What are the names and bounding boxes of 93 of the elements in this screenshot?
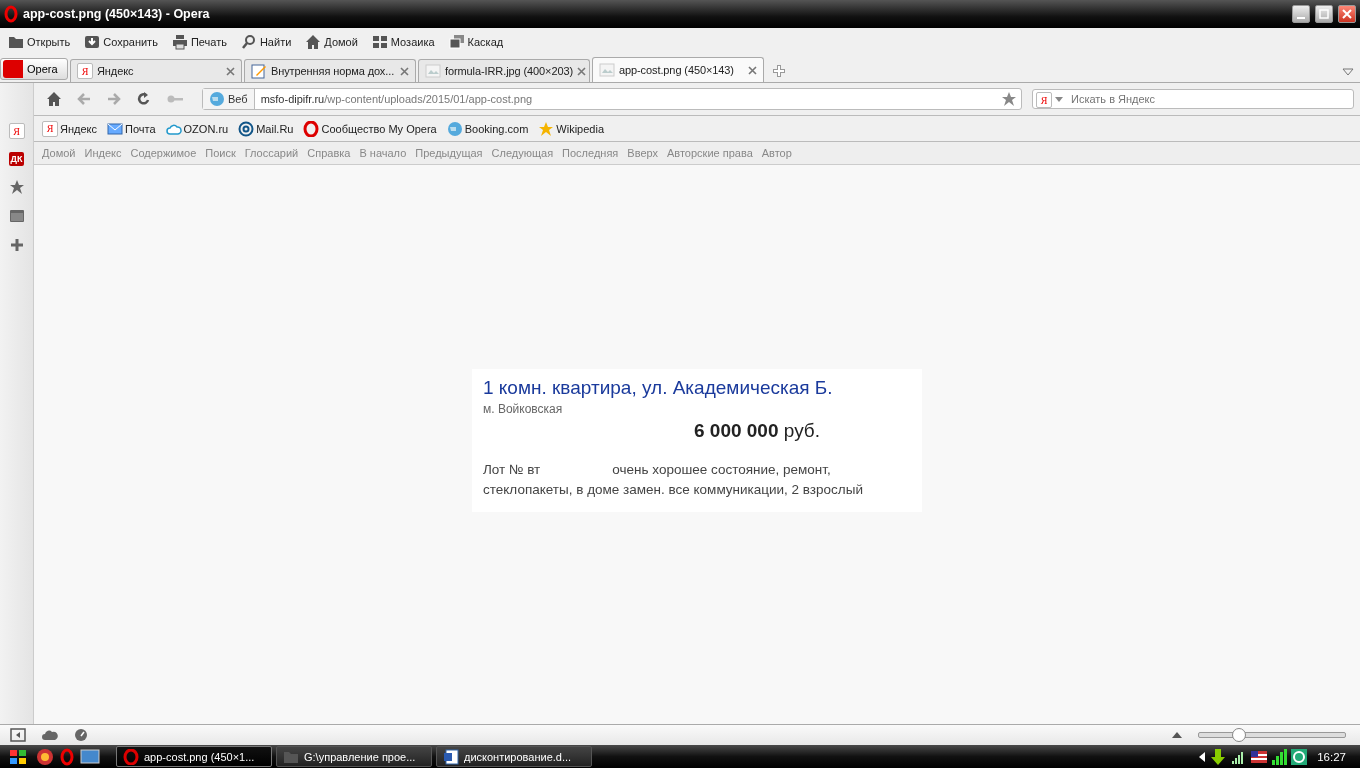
description-text: очень хорошее состояние, ремонт, (612, 462, 831, 477)
reload-button[interactable] (136, 91, 152, 107)
yandex-icon: Я (77, 63, 93, 79)
bookmark-link[interactable]: Почта (107, 120, 156, 137)
toolbar-button[interactable]: Печать (171, 34, 227, 50)
close-button[interactable] (1338, 5, 1356, 23)
browser-tab[interactable]: Я Яндекс (70, 59, 242, 82)
price: 6 000 000 руб. (692, 420, 821, 442)
wikipedia-icon (538, 120, 555, 137)
reload-icon (136, 91, 152, 107)
opera-icon[interactable] (58, 747, 76, 766)
opera-logo-icon (4, 5, 18, 23)
bookmark-link[interactable]: Wikipedia (538, 120, 604, 137)
maximize-icon (1319, 9, 1329, 19)
listing-title: 1 комн. квартира, ул. Академическая Б. (483, 377, 834, 399)
bookmark-link[interactable]: Сообщество My Opera (303, 120, 437, 137)
yandex-icon: Я (8, 123, 25, 139)
home-button[interactable] (46, 91, 62, 107)
toolbar-button[interactable]: Каскад (448, 34, 504, 50)
window-title: app-cost.png (450×143) - Opera (23, 7, 210, 21)
dropdown-icon[interactable] (1055, 97, 1063, 103)
toolbar-button[interactable]: Домой (305, 34, 358, 50)
bookmark-link[interactable]: Mail.Ru (238, 120, 294, 137)
maximize-button[interactable] (1315, 5, 1333, 23)
toolbar-button[interactable]: Мозаика (371, 34, 435, 50)
toolbar-button[interactable]: Сохранить (84, 34, 158, 50)
taskbar-button[interactable]: app-cost.png (450×1... (116, 746, 272, 767)
signal-icon[interactable] (1271, 748, 1288, 765)
globe-icon (209, 91, 225, 107)
close-icon[interactable] (748, 65, 757, 75)
panel-toggle-icon[interactable] (10, 728, 26, 742)
globe-icon (446, 120, 463, 137)
tray-arrow-icon[interactable] (1199, 751, 1206, 762)
yandex-icon: Я (42, 120, 58, 137)
clock: 16:27 (1317, 750, 1346, 763)
browser-tab[interactable]: Внутренняя норма дох... (244, 59, 416, 82)
bookmark-link[interactable]: OZON.ru (165, 120, 229, 137)
home-icon (305, 34, 322, 50)
badge-icon: ДК (8, 152, 25, 166)
bookmark-link[interactable]: Booking.com (446, 120, 529, 137)
close-icon[interactable] (226, 66, 235, 76)
close-icon (1342, 9, 1352, 19)
image-icon (425, 63, 441, 79)
tile-icon (371, 34, 388, 50)
cascade-icon (448, 34, 465, 50)
bookmark-star-icon[interactable] (1001, 91, 1017, 107)
taskbar-button[interactable]: G:\управление прое... (276, 746, 432, 767)
toolbar-button[interactable]: Найти (240, 34, 292, 50)
metro-station: м. Войковская (483, 402, 564, 416)
url-text: msfo-dipifr.ru/wp-content/uploads/2015/01/app-cost.png (259, 93, 534, 105)
close-icon[interactable] (400, 66, 409, 76)
description-text: стеклопакеты, в доме замен. все коммуникации, 2 взрослый (483, 482, 863, 497)
bookmark-link[interactable]: Я Яндекс (42, 120, 97, 137)
folder-icon (8, 34, 24, 50)
minimize-button[interactable] (1292, 5, 1310, 23)
scope-label: Веб (228, 93, 248, 105)
flag-icon[interactable] (1251, 750, 1268, 763)
word-icon (443, 748, 459, 765)
slider-thumb[interactable] (1232, 728, 1247, 742)
caret-icon[interactable] (1342, 68, 1354, 76)
opera-icon (123, 748, 139, 765)
cloud-icon[interactable] (42, 729, 58, 741)
home-icon (46, 91, 62, 107)
opera-icon (303, 120, 320, 137)
taskbar-button[interactable]: дисконтирование.d... (436, 746, 592, 767)
plus-icon (8, 237, 25, 253)
print-icon (171, 34, 188, 50)
window-icon (8, 208, 25, 224)
star-icon (8, 179, 25, 195)
search-icon (240, 34, 257, 50)
speedometer-icon[interactable] (74, 728, 88, 742)
toolbar-button[interactable]: Открыть (8, 34, 71, 50)
desktop-icon[interactable] (80, 747, 100, 766)
image-icon (599, 62, 615, 78)
browser-tab[interactable]: app-cost.png (450×143) (592, 57, 764, 82)
zoom-slider[interactable] (1198, 730, 1346, 740)
new-tab-icon[interactable] (772, 64, 786, 78)
up-arrow-icon[interactable] (1172, 732, 1182, 738)
ring-icon[interactable] (1291, 748, 1308, 765)
close-icon[interactable] (577, 66, 587, 76)
address-field[interactable]: Веб msfo-dipifr.ru/wp-content/uploads/2015/01/app-cost.png (202, 88, 1022, 110)
browser-tab[interactable]: formula-IRR.jpg (400×203) (418, 59, 590, 82)
yandex-icon: Я (1036, 92, 1052, 108)
opera-menu-button[interactable]: Opera (0, 58, 68, 80)
download-icon[interactable] (1209, 747, 1228, 766)
note-icon (251, 63, 267, 79)
forward-icon (106, 91, 122, 107)
minimize-icon (1297, 16, 1305, 19)
browser-icon[interactable] (36, 747, 54, 766)
back-icon (76, 91, 92, 107)
description-text: Лот № вт (483, 462, 541, 477)
save-icon (84, 34, 101, 50)
mail-icon (107, 120, 123, 137)
